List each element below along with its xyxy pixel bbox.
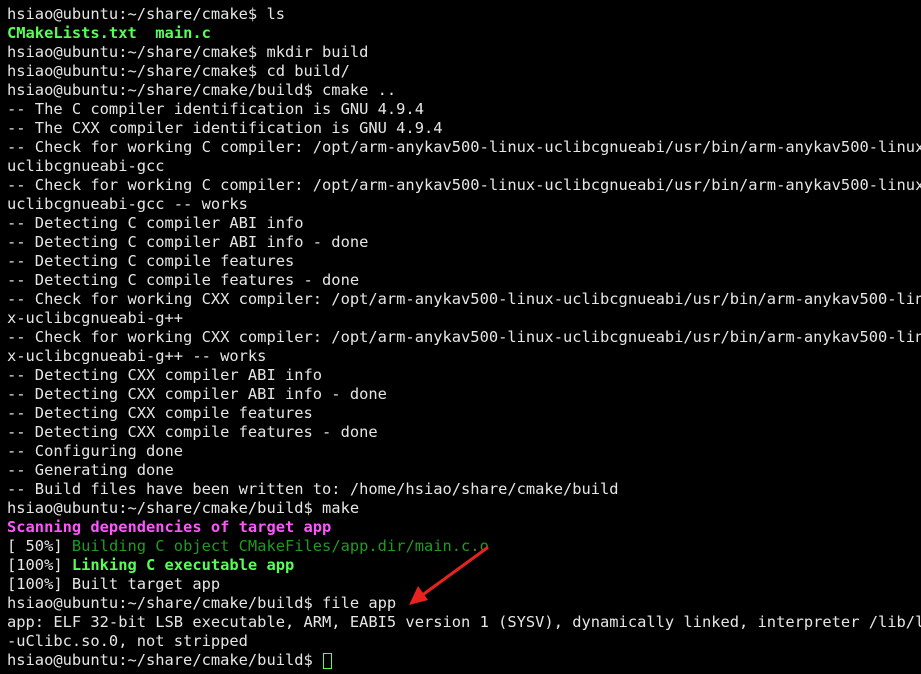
terminal-line: x-uclibcgnueabi-g++ -- works	[7, 347, 267, 365]
terminal-line: -- The CXX compiler identification is GN…	[7, 119, 443, 137]
terminal-line: -- Check for working CXX compiler: /opt/…	[7, 290, 921, 308]
cursor-block[interactable]	[323, 652, 333, 669]
terminal-line: [100%] Built target app	[7, 575, 221, 593]
prompt-line[interactable]: hsiao@ubuntu:~/share/cmake/build$	[7, 651, 921, 670]
terminal-line: app: ELF 32-bit LSB executable, ARM, EAB…	[7, 613, 921, 631]
terminal-line: -- Detecting CXX compiler ABI info	[7, 366, 323, 384]
ls-output-line: CMakeLists.txt main.c	[7, 24, 921, 43]
terminal-line: -- The C compiler identification is GNU …	[7, 100, 424, 118]
terminal-line: uclibcgnueabi-gcc	[7, 157, 165, 175]
terminal-line: hsiao@ubuntu:~/share/cmake$ ls	[7, 5, 285, 23]
terminal-line: -- Detecting C compile features - done	[7, 271, 360, 289]
terminal-line: -- Check for working C compiler: /opt/ar…	[7, 138, 921, 156]
terminal-line: hsiao@ubuntu:~/share/cmake/build$ cmake …	[7, 81, 397, 99]
terminal-line: -- Detecting C compile features	[7, 252, 295, 270]
terminal-line: -uClibc.so.0, not stripped	[7, 632, 248, 650]
prompt-text: hsiao@ubuntu:~/share/cmake/build$	[7, 651, 323, 669]
progress-prefix: [100%]	[7, 556, 72, 574]
terminal-line: -- Check for working C compiler: /opt/ar…	[7, 176, 921, 194]
terminal-line: -- Build files have been written to: /ho…	[7, 480, 619, 498]
terminal-line: -- Check for working CXX compiler: /opt/…	[7, 328, 921, 346]
terminal-line: -- Generating done	[7, 461, 174, 479]
terminal-line: -- Detecting CXX compile features - done	[7, 423, 378, 441]
terminal-line: -- Detecting CXX compile features	[7, 404, 313, 422]
scanning-dependencies-line: Scanning dependencies of target app	[7, 518, 332, 536]
terminal-window[interactable]: hsiao@ubuntu:~/share/cmake$ ls CMakeList…	[0, 0, 921, 674]
terminal-line: -- Detecting CXX compiler ABI info - don…	[7, 385, 387, 403]
progress-text: Building C object CMakeFiles/app.dir/mai…	[71, 537, 489, 555]
terminal-line: uclibcgnueabi-gcc -- works	[7, 195, 248, 213]
progress-prefix: [ 50%]	[7, 537, 72, 555]
terminal-line: -- Detecting C compiler ABI info - done	[7, 233, 369, 251]
ls-file-cmakelists: CMakeLists.txt	[7, 24, 137, 42]
terminal-line: -- Detecting C compiler ABI info	[7, 214, 304, 232]
link-progress-line: [100%] Linking C executable app	[7, 556, 921, 575]
build-progress-line: [ 50%] Building C object CMakeFiles/app.…	[7, 537, 921, 556]
ls-separator	[137, 24, 156, 42]
terminal-line: hsiao@ubuntu:~/share/cmake$ cd build/	[7, 62, 350, 80]
ls-file-main-c: main.c	[155, 24, 211, 42]
terminal-line: -- Configuring done	[7, 442, 184, 460]
terminal-line: hsiao@ubuntu:~/share/cmake/build$ file a…	[7, 594, 397, 612]
terminal-line: hsiao@ubuntu:~/share/cmake$ mkdir build	[7, 43, 369, 61]
terminal-line: x-uclibcgnueabi-g++	[7, 309, 184, 327]
progress-text: Linking C executable app	[71, 556, 295, 574]
terminal-line: hsiao@ubuntu:~/share/cmake/build$ make	[7, 499, 360, 517]
